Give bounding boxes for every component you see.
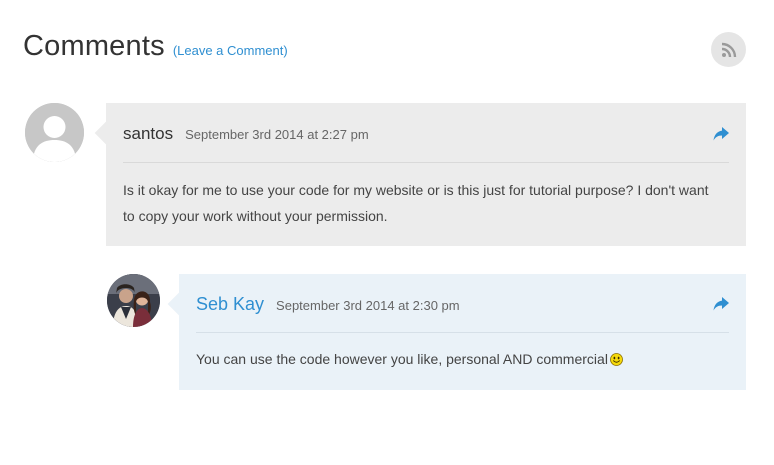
comment-date: September 3rd 2014 at 2:30 pm [276,298,460,313]
user-photo [107,274,160,327]
comment-meta: santos September 3rd 2014 at 2:27 pm [123,124,369,144]
reply-comment-card: Seb Kay September 3rd 2014 at 2:30 pm Yo… [179,274,746,390]
comment-card: santos September 3rd 2014 at 2:27 pm Is … [106,103,746,246]
comment-author-link[interactable]: Seb Kay [196,294,264,315]
comment-text: You can use the code however you like, p… [196,351,608,367]
comment-divider [123,162,729,163]
comment-divider [196,332,729,333]
rss-icon [721,42,736,57]
commenter-avatar [25,103,84,162]
comments-header: Comments (Leave a Comment) [23,30,288,63]
avatar-photo-image [107,274,160,327]
rss-button[interactable] [711,32,746,67]
leave-comment-link[interactable]: (Leave a Comment) [173,43,288,58]
comment-text: Is it okay for me to use your code for m… [123,182,709,224]
reply-icon[interactable] [713,127,729,141]
default-avatar-icon [25,103,84,162]
reply-icon[interactable] [713,297,729,311]
comment-author: santos [123,124,174,143]
smiley-emoji [610,353,623,366]
comments-title: Comments [23,30,165,62]
comment-text-wrapper: You can use the code however you like, p… [196,346,724,372]
comment-meta: Seb Kay September 3rd 2014 at 2:30 pm [196,294,460,315]
comment-date: September 3rd 2014 at 2:27 pm [185,127,369,142]
